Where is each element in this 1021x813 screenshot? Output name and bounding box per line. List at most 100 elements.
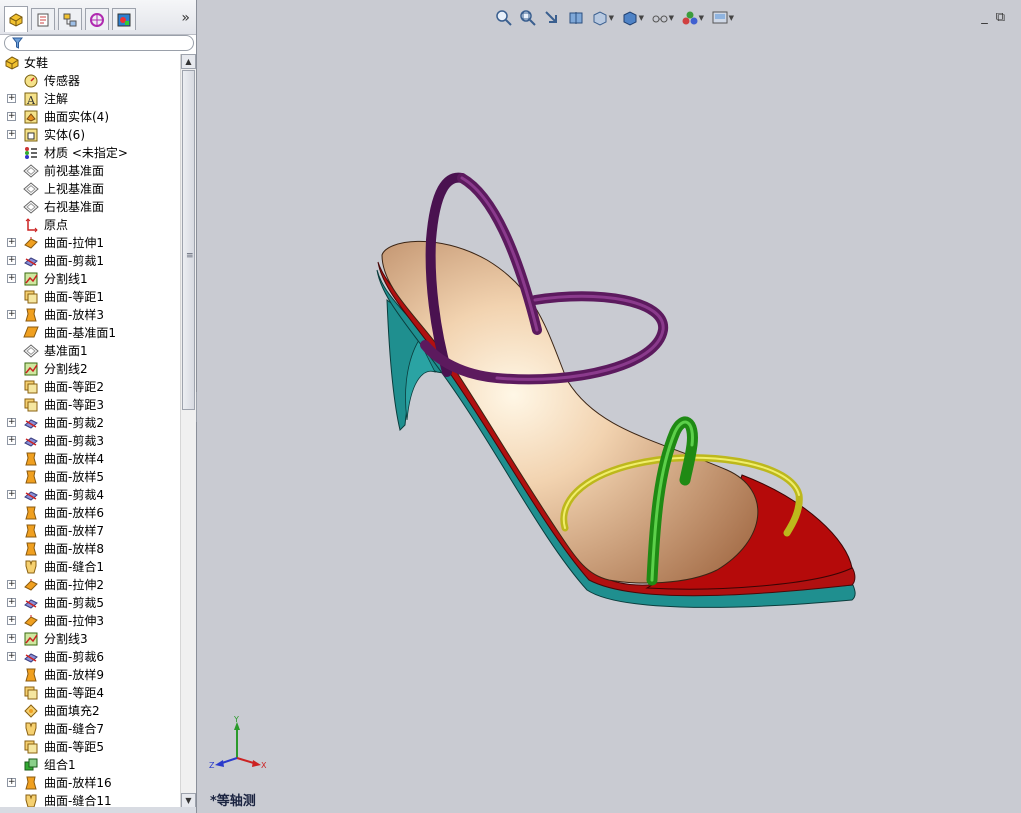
tree-item[interactable]: + 实体(6) <box>0 126 180 144</box>
tree-item[interactable]: + 曲面-拉伸1 <box>0 234 180 252</box>
tree-root-part[interactable]: 女鞋 <box>0 54 180 72</box>
tree-item[interactable]: 曲面-放样9 <box>0 666 180 684</box>
tab-display-manager[interactable] <box>112 8 136 30</box>
tree-item[interactable]: + 曲面实体(4) <box>0 108 180 126</box>
tree-item[interactable]: 曲面-等距2 <box>0 378 180 396</box>
tree-item[interactable]: 曲面-缝合1 <box>0 558 180 576</box>
window-controls[interactable]: _⧉ <box>981 10 1013 25</box>
tab-configuration-manager[interactable] <box>58 8 82 30</box>
tree-item[interactable]: 曲面-基准面1 <box>0 324 180 342</box>
tree-item[interactable]: 曲面-等距3 <box>0 396 180 414</box>
hide-show-items-button[interactable]: ▼ <box>649 8 674 28</box>
tree-item[interactable]: 原点 <box>0 216 180 234</box>
tree-item[interactable]: + 曲面-剪裁1 <box>0 252 180 270</box>
apply-scene-button[interactable]: ▼ <box>709 8 734 28</box>
expand-icon[interactable]: + <box>7 130 16 139</box>
expand-icon[interactable]: + <box>7 274 16 283</box>
tree-item-label: 曲面-放样9 <box>44 668 104 682</box>
tab-property-manager[interactable] <box>31 8 55 30</box>
expand-icon[interactable]: + <box>7 490 16 499</box>
tab-feature-manager[interactable] <box>4 6 28 32</box>
tree-item[interactable]: 曲面填充2 <box>0 702 180 720</box>
tree-item-label: 曲面-剪裁2 <box>44 416 104 430</box>
shoe-model[interactable] <box>197 0 1021 813</box>
restore-icon[interactable]: ⧉ <box>996 10 1013 25</box>
tree-item[interactable]: + A 注解 <box>0 90 180 108</box>
tree-item-label: 上视基准面 <box>44 182 105 196</box>
tree-item-label: 曲面-放样6 <box>44 506 104 520</box>
display-style-button[interactable]: ▼ <box>619 8 644 28</box>
section-view-button[interactable] <box>565 8 587 28</box>
tree-item[interactable]: 曲面-缝合7 <box>0 720 180 738</box>
tree-item[interactable]: 曲面-放样4 <box>0 450 180 468</box>
expand-icon[interactable]: + <box>7 598 16 607</box>
zoom-to-area-button[interactable] <box>517 8 539 28</box>
tree-item[interactable]: 组合1 <box>0 756 180 774</box>
tree-item[interactable]: + 曲面-拉伸2 <box>0 576 180 594</box>
tree-item[interactable]: 曲面-缝合11 <box>0 792 180 808</box>
tree-item[interactable]: 曲面-等距1 <box>0 288 180 306</box>
tree-item[interactable]: 材质 <未指定> <box>0 144 180 162</box>
tree-item[interactable]: + 曲面-拉伸3 <box>0 612 180 630</box>
surface-trim-icon <box>23 595 39 611</box>
expand-icon[interactable]: + <box>7 418 16 427</box>
tree-scrollbar[interactable]: ▲ ≡ ▼ <box>180 54 196 808</box>
surface-loft-icon <box>23 469 39 485</box>
tree-item[interactable]: 曲面-放样7 <box>0 522 180 540</box>
expand-icon[interactable]: + <box>7 778 16 787</box>
tree-item[interactable]: + 曲面-放样16 <box>0 774 180 792</box>
expand-icon[interactable]: + <box>7 580 16 589</box>
expand-icon[interactable]: + <box>7 436 16 445</box>
chevron-right-icon[interactable]: » <box>181 10 190 26</box>
view-orientation-button[interactable]: ▼ <box>589 8 614 28</box>
tree-item-label: 曲面-剪裁6 <box>44 650 104 664</box>
tree-item-label: 曲面-等距1 <box>44 290 104 304</box>
tree-item[interactable]: 前视基准面 <box>0 162 180 180</box>
surface-offset-icon <box>23 685 39 701</box>
tree-filter-input[interactable] <box>4 35 194 51</box>
material-icon <box>23 145 39 161</box>
previous-view-button[interactable] <box>541 8 563 28</box>
tree-item[interactable]: + 曲面-剪裁4 <box>0 486 180 504</box>
surface-bodies-icon <box>23 109 39 125</box>
scroll-up-button[interactable]: ▲ <box>181 54 196 69</box>
expand-icon[interactable]: + <box>7 310 16 319</box>
tree-item[interactable]: + 分割线1 <box>0 270 180 288</box>
tree-item[interactable]: 传感器 <box>0 72 180 90</box>
surface-loft-icon <box>23 667 39 683</box>
scroll-thumb[interactable]: ≡ <box>182 70 195 410</box>
expand-icon[interactable]: + <box>7 112 16 121</box>
expand-icon[interactable]: + <box>7 238 16 247</box>
tab-dimxpert-manager[interactable] <box>85 8 109 30</box>
tree-item[interactable]: + 曲面-剪裁3 <box>0 432 180 450</box>
expand-icon[interactable]: + <box>7 634 16 643</box>
scroll-down-button[interactable]: ▼ <box>181 793 196 808</box>
tree-item[interactable]: + 曲面-剪裁2 <box>0 414 180 432</box>
tree-item[interactable]: 曲面-放样8 <box>0 540 180 558</box>
expand-icon[interactable]: + <box>7 256 16 265</box>
tree-item-label: 组合1 <box>44 758 76 772</box>
tree-item-label: 分割线2 <box>44 362 88 376</box>
tree-item[interactable]: + 曲面-剪裁5 <box>0 594 180 612</box>
tree-item[interactable]: + 曲面-剪裁6 <box>0 648 180 666</box>
expand-icon[interactable]: + <box>7 94 16 103</box>
tree-item[interactable]: 曲面-放样6 <box>0 504 180 522</box>
expand-icon[interactable]: + <box>7 652 16 661</box>
tree-item[interactable]: 基准面1 <box>0 342 180 360</box>
tree-item[interactable]: + 曲面-放样3 <box>0 306 180 324</box>
tree-item[interactable]: 分割线2 <box>0 360 180 378</box>
section-view-icon <box>569 12 583 24</box>
tree-item[interactable]: 曲面-等距5 <box>0 738 180 756</box>
edit-appearance-button[interactable]: ▼ <box>679 8 704 28</box>
zoom-to-fit-button[interactable] <box>493 8 515 28</box>
tree-item[interactable]: 曲面-等距4 <box>0 684 180 702</box>
tree-item[interactable]: 上视基准面 <box>0 180 180 198</box>
expand-icon[interactable]: + <box>7 616 16 625</box>
graphics-area[interactable]: ▼ ▼ ▼ ▼ ▼ _⧉ Y X Z *等轴测 <box>197 0 1021 813</box>
tree-item-label: 曲面-放样5 <box>44 470 104 484</box>
part-icon <box>4 55 20 71</box>
tree-item[interactable]: 曲面-放样5 <box>0 468 180 486</box>
tree-item[interactable]: + 分割线3 <box>0 630 180 648</box>
tree-item[interactable]: 右视基准面 <box>0 198 180 216</box>
zoom-to-fit-icon <box>496 10 512 26</box>
